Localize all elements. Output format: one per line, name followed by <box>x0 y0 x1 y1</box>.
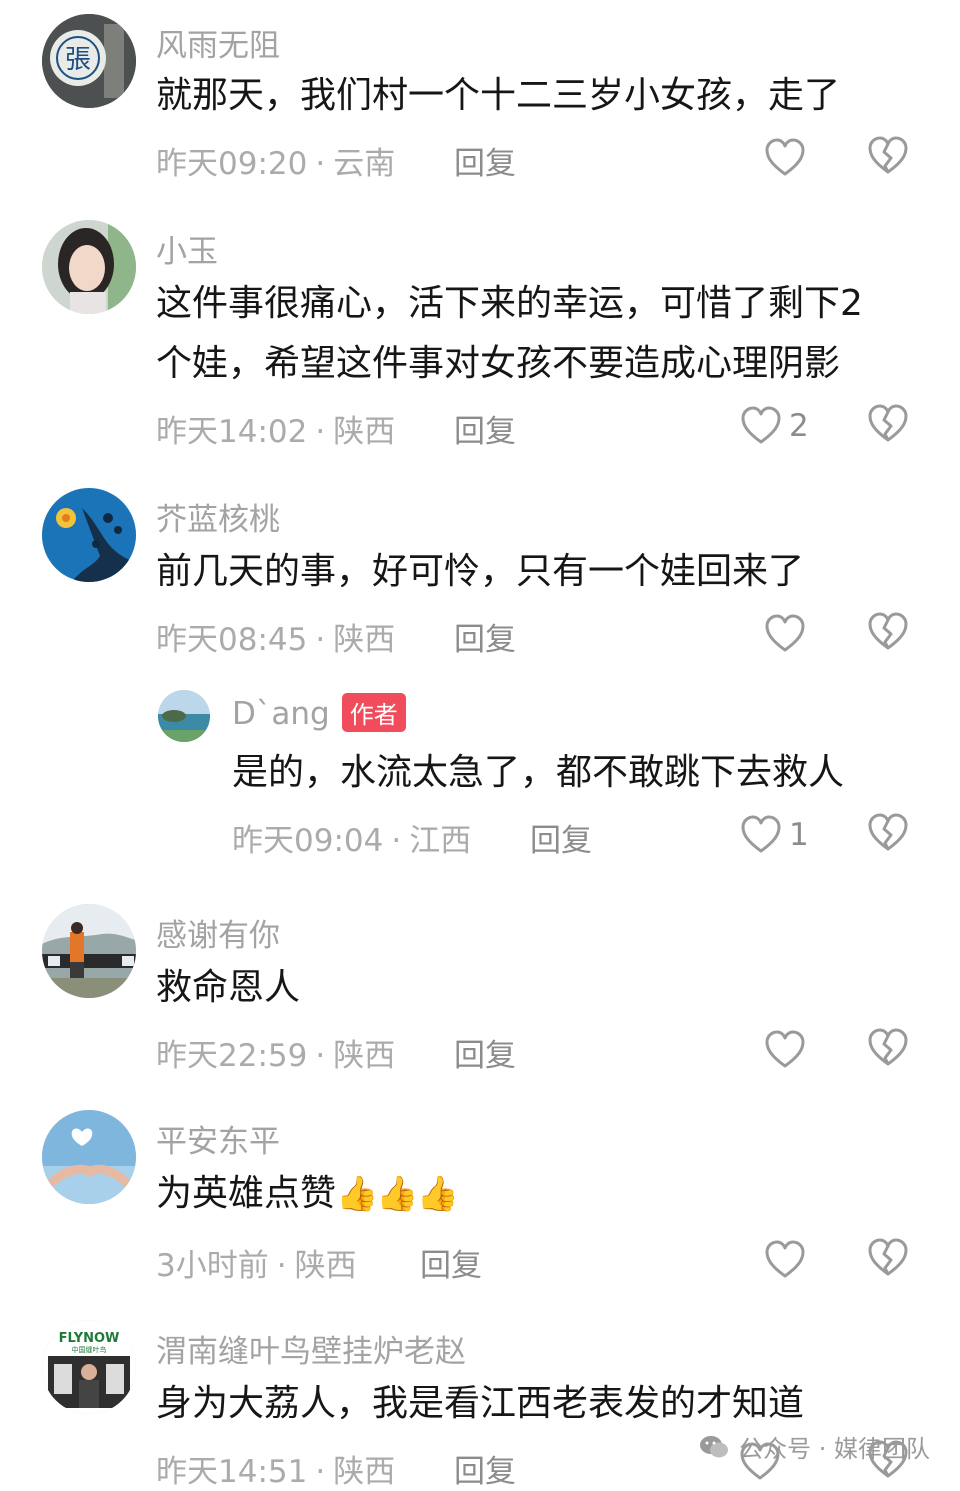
username[interactable]: 平安东平 <box>156 1116 280 1161</box>
username[interactable]: 感谢有你 <box>156 910 280 955</box>
avatar[interactable] <box>42 1110 136 1204</box>
dislike-button[interactable] <box>866 402 914 450</box>
heart-icon <box>765 1030 805 1068</box>
heart-icon <box>741 406 781 444</box>
reply-button[interactable]: 回复 <box>454 138 516 183</box>
like-button[interactable]: 2 <box>739 402 809 450</box>
comment-meta: 昨天09:04 · 江西 <box>232 823 472 859</box>
comment-text: 为英雄点赞👍👍👍 <box>156 1164 459 1224</box>
comment-text: 身为大荔人，我是看江西老表发的才知道 <box>156 1383 805 1424</box>
reply-button[interactable]: 回复 <box>530 815 592 860</box>
like-button[interactable]: 1 <box>739 811 809 859</box>
comment-meta: 3小时前 · 陕西 <box>156 1248 357 1284</box>
avatar[interactable]: FLYNOW 中国缝叶鸟 <box>42 1320 136 1414</box>
comment-meta: 昨天14:02 · 陕西 <box>156 414 396 450</box>
wechat-icon <box>700 1435 729 1457</box>
comment-text: 是的，水流太急了，都不敢跳下去救人 <box>232 752 845 793</box>
reply-button[interactable]: 回复 <box>454 614 516 659</box>
comment-meta: 昨天14:51 · 陕西 <box>156 1454 396 1490</box>
username[interactable]: 风雨无阻 <box>156 20 280 65</box>
comment-time: 昨天09:20 <box>156 146 308 182</box>
avatar-logo-subtext: 中国缝叶鸟 <box>72 1345 107 1354</box>
comment-text-body: 为英雄点赞 <box>156 1173 337 1214</box>
like-button[interactable] <box>763 134 807 182</box>
reply-button[interactable]: 回复 <box>420 1240 482 1285</box>
comment-text: 就那天，我们村一个十二三岁小女孩，走了 <box>156 75 841 116</box>
comment-location: 陕西 <box>294 1248 357 1284</box>
dislike-button[interactable] <box>866 1026 914 1074</box>
heart-icon <box>765 138 805 176</box>
avatar[interactable]: 張 <box>42 14 136 108</box>
like-button[interactable] <box>763 610 807 658</box>
like-button[interactable] <box>763 1236 807 1284</box>
comment-location: 陕西 <box>333 1038 396 1074</box>
comment-time: 昨天08:45 <box>156 622 308 658</box>
comment-text: 救命恩人 <box>156 967 301 1008</box>
broken-heart-icon <box>868 813 908 851</box>
comment-location: 陕西 <box>333 1454 396 1490</box>
dislike-button[interactable] <box>866 1236 914 1284</box>
comment-time: 昨天22:59 <box>156 1038 308 1074</box>
heart-icon <box>741 815 781 853</box>
avatar-logo-text: FLYNOW <box>59 1331 120 1346</box>
comment-time: 3小时前 <box>156 1248 269 1284</box>
username[interactable]: D`ang 作者 <box>232 693 406 735</box>
comment-text: 前几天的事，好可怜，只有一个娃回来了 <box>156 551 805 592</box>
broken-heart-icon <box>868 136 908 174</box>
reply-button[interactable]: 回复 <box>454 1446 516 1491</box>
dislike-button[interactable] <box>866 811 914 859</box>
comment-location: 云南 <box>333 146 396 182</box>
comment-location: 陕西 <box>333 414 396 450</box>
username[interactable]: 小玉 <box>156 226 218 271</box>
like-count: 2 <box>789 408 809 444</box>
comment-meta: 昨天08:45 · 陕西 <box>156 622 396 658</box>
avatar[interactable] <box>42 220 136 314</box>
like-count: 1 <box>789 817 809 853</box>
broken-heart-icon <box>868 1028 908 1066</box>
comment-meta: 昨天22:59 · 陕西 <box>156 1038 396 1074</box>
username[interactable]: 渭南缝叶鸟壁挂炉老赵 <box>156 1326 466 1371</box>
comment-time: 昨天14:02 <box>156 414 308 450</box>
broken-heart-icon <box>868 1238 908 1276</box>
watermark: 公众号 · 媒律团队 <box>699 1429 930 1464</box>
avatar-char: 張 <box>65 45 91 75</box>
comment-time: 昨天14:51 <box>156 1454 308 1490</box>
broken-heart-icon <box>868 404 908 442</box>
thumbs-up-emoji: 👍👍👍 <box>336 1174 459 1214</box>
heart-icon <box>765 614 805 652</box>
dislike-button[interactable] <box>866 134 914 182</box>
avatar[interactable] <box>42 904 136 998</box>
reply-button[interactable]: 回复 <box>454 1030 516 1075</box>
comment-meta: 昨天09:20 · 云南 <box>156 146 396 182</box>
username[interactable]: 芥蓝核桃 <box>156 494 280 539</box>
reply-button[interactable]: 回复 <box>454 406 516 451</box>
comment-location: 陕西 <box>333 622 396 658</box>
comment-location: 江西 <box>409 823 472 859</box>
dislike-button[interactable] <box>866 610 914 658</box>
author-name: D`ang <box>232 696 330 732</box>
like-button[interactable] <box>763 1026 807 1074</box>
avatar[interactable] <box>158 690 210 742</box>
comment-text: 这件事很痛心，活下来的幸运，可惜了剩下2 <box>156 283 863 324</box>
broken-heart-icon <box>868 612 908 650</box>
watermark-text: 公众号 · 媒律团队 <box>739 1435 930 1463</box>
comment-text-line2: 个娃，希望这件事对女孩不要造成心理阴影 <box>156 343 841 384</box>
comment-time: 昨天09:04 <box>232 823 384 859</box>
avatar[interactable] <box>42 488 136 582</box>
author-badge: 作者 <box>341 693 406 732</box>
heart-icon <box>765 1240 805 1278</box>
